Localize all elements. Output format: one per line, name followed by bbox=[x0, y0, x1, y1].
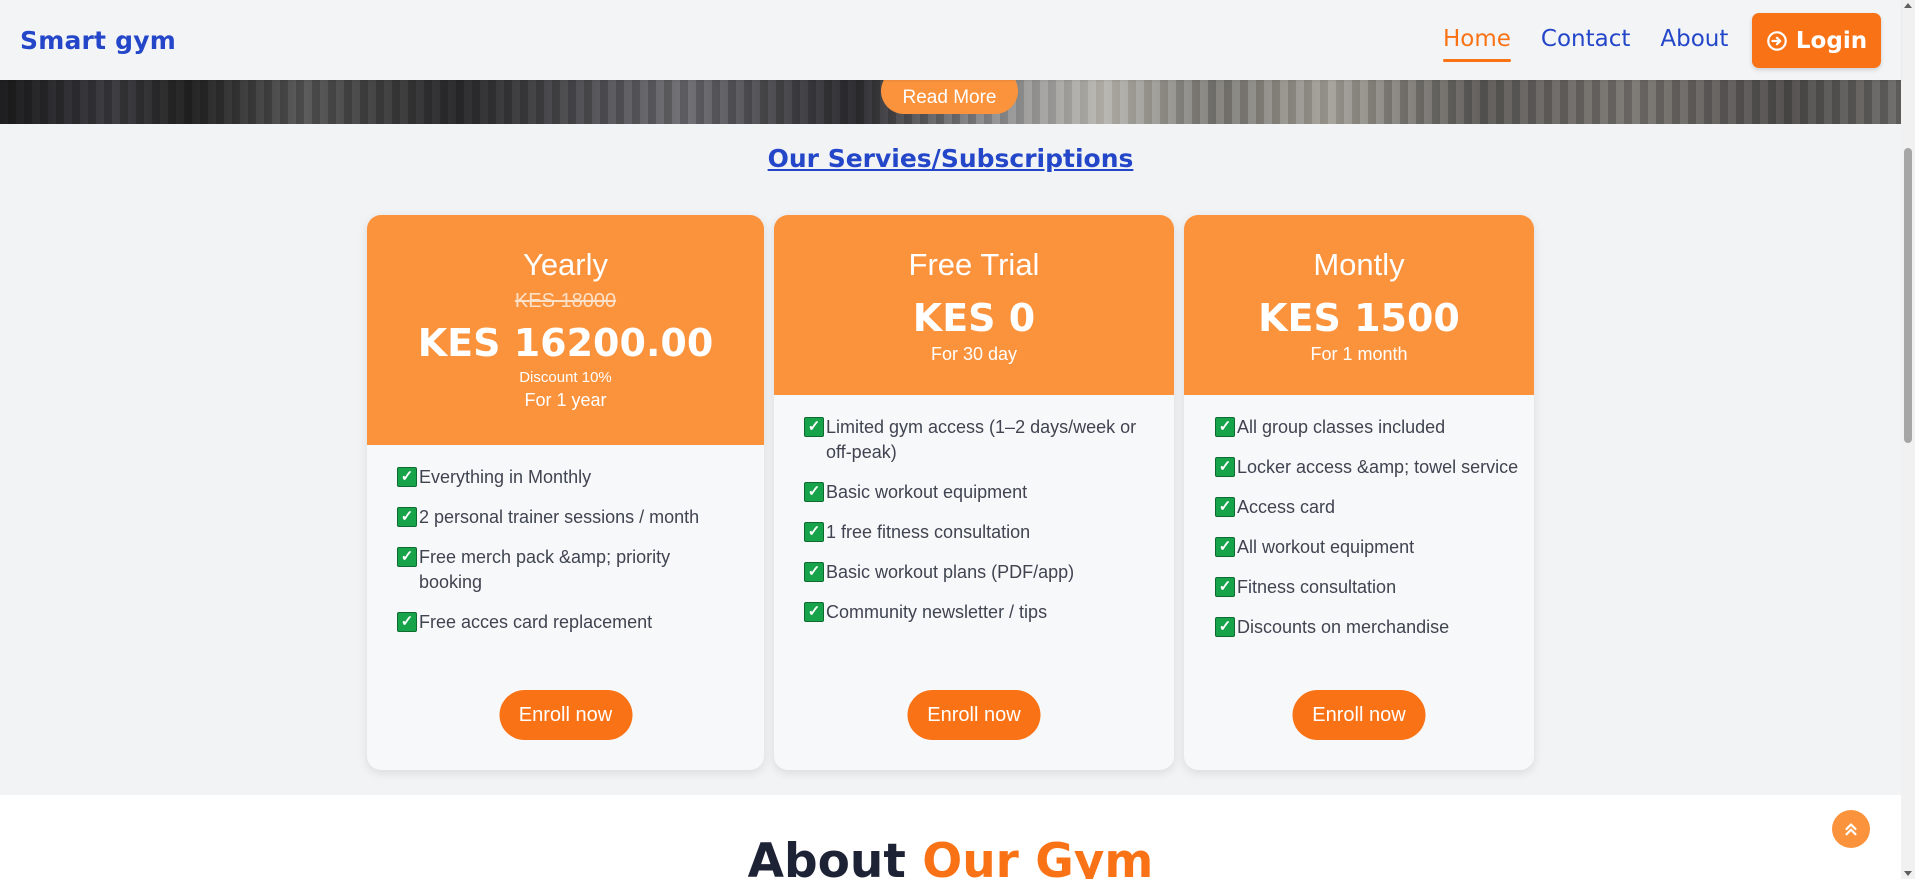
feature-item: ✓ Locker access &amp; towel service bbox=[1215, 455, 1524, 480]
plan-features: ✓ Limited gym access (1–2 days/week or of… bbox=[774, 395, 1174, 625]
about-title-main: About bbox=[747, 834, 906, 879]
check-icon: ✓ bbox=[1215, 617, 1235, 637]
check-icon: ✓ bbox=[804, 602, 824, 622]
check-icon: ✓ bbox=[804, 562, 824, 582]
page-scrollbar[interactable] bbox=[1901, 0, 1915, 879]
scrollbar-thumb[interactable] bbox=[1904, 148, 1912, 443]
plan-card-header: Free Trial KES 0 For 30 day bbox=[774, 215, 1174, 395]
plan-price: KES 0 bbox=[912, 296, 1036, 340]
feature-text: Locker access &amp; towel service bbox=[1237, 457, 1519, 477]
feature-item: ✓ Discounts on merchandise bbox=[1215, 615, 1524, 640]
feature-item: ✓ Fitness consultation bbox=[1215, 575, 1524, 600]
feature-item: ✓ Free merch pack &amp; priority booking bbox=[397, 545, 734, 595]
check-icon: ✓ bbox=[397, 467, 417, 487]
feature-item: ✓ Everything in Monthly bbox=[397, 465, 734, 490]
plan-card-header: Yearly KES 18000 KES 16200.00 Discount 1… bbox=[367, 215, 764, 445]
check-icon: ✓ bbox=[804, 522, 824, 542]
feature-item: ✓ Basic workout plans (PDF/app) bbox=[804, 560, 1144, 585]
feature-text: All group classes included bbox=[1237, 417, 1446, 437]
check-icon: ✓ bbox=[397, 507, 417, 527]
feature-item: ✓ All group classes included bbox=[1215, 415, 1524, 440]
check-icon: ✓ bbox=[1215, 497, 1235, 517]
feature-text: Everything in Monthly bbox=[419, 467, 592, 487]
feature-item: ✓ Access card bbox=[1215, 495, 1524, 520]
check-icon: ✓ bbox=[397, 612, 417, 632]
feature-text: Limited gym access (1–2 days/week or off… bbox=[826, 417, 1137, 462]
plan-card-yearly: Yearly KES 18000 KES 16200.00 Discount 1… bbox=[367, 215, 764, 770]
feature-item: ✓ Free acces card replacement bbox=[397, 610, 734, 635]
about-title-accent: Our Gym bbox=[922, 834, 1154, 879]
check-icon: ✓ bbox=[1215, 417, 1235, 437]
check-icon: ✓ bbox=[1215, 457, 1235, 477]
read-more-button[interactable]: Read More bbox=[881, 80, 1018, 114]
plan-period: For 1 month bbox=[1310, 344, 1408, 364]
feature-text: Fitness consultation bbox=[1237, 577, 1397, 597]
check-icon: ✓ bbox=[1215, 537, 1235, 557]
feature-text: Free acces card replacement bbox=[419, 612, 653, 632]
plan-features: ✓ All group classes included ✓ Locker acce… bbox=[1184, 395, 1534, 640]
feature-text: Basic workout equipment bbox=[826, 482, 1028, 502]
feature-item: ✓ 1 free fitness consultation bbox=[804, 520, 1144, 545]
plan-features: ✓ Everything in Monthly ✓ 2 personal train… bbox=[367, 445, 764, 635]
login-button[interactable]: Login bbox=[1752, 13, 1881, 68]
plan-name: Montly bbox=[1313, 247, 1405, 282]
enroll-button-yearly[interactable]: Enroll now bbox=[499, 690, 632, 740]
scroll-down-arrow-icon[interactable] bbox=[1904, 871, 1912, 876]
feature-text: 1 free fitness consultation bbox=[826, 522, 1031, 542]
enroll-button-free-trial[interactable]: Enroll now bbox=[907, 690, 1041, 740]
feature-text: Access card bbox=[1237, 497, 1336, 517]
feature-item: ✓ All workout equipment bbox=[1215, 535, 1524, 560]
plan-name: Free Trial bbox=[908, 247, 1040, 282]
feature-text: Discounts on merchandise bbox=[1237, 617, 1450, 637]
feature-text: 2 personal trainer sessions / month bbox=[419, 507, 700, 527]
feature-item: ✓ Community newsletter / tips bbox=[804, 600, 1144, 625]
nav-home[interactable]: Home bbox=[1443, 26, 1511, 62]
feature-item: ✓ 2 personal trainer sessions / month bbox=[397, 505, 734, 530]
main-nav: Home Contact About bbox=[1443, 26, 1758, 62]
feature-text: Basic workout plans (PDF/app) bbox=[826, 562, 1075, 582]
plan-card-header: Montly KES 1500 For 1 month bbox=[1184, 215, 1534, 395]
feature-item: ✓ Limited gym access (1–2 days/week or of… bbox=[804, 415, 1144, 465]
plan-card-monthly: Montly KES 1500 For 1 month ✓ All group c… bbox=[1184, 215, 1534, 770]
plan-card-free-trial: Free Trial KES 0 For 30 day ✓ Limited gym… bbox=[774, 215, 1174, 770]
nav-contact[interactable]: Contact bbox=[1541, 26, 1630, 62]
plan-price: KES 1500 bbox=[1258, 296, 1460, 340]
plan-price: KES 16200.00 bbox=[417, 321, 714, 365]
check-icon: ✓ bbox=[804, 417, 824, 437]
about-title: About Our Gym bbox=[0, 834, 1901, 879]
top-navbar: Smart gym Home Contact About Login bbox=[0, 0, 1901, 80]
plan-period: For 1 year bbox=[524, 390, 607, 410]
feature-text: Community newsletter / tips bbox=[826, 602, 1048, 622]
check-icon: ✓ bbox=[804, 482, 824, 502]
plan-period: For 30 day bbox=[930, 344, 1018, 364]
sign-in-icon bbox=[1767, 30, 1787, 51]
hero-banner: Read More bbox=[0, 80, 1901, 124]
nav-about[interactable]: About bbox=[1660, 26, 1728, 62]
plan-name: Yearly bbox=[522, 247, 609, 282]
brand-logo[interactable]: Smart gym bbox=[20, 26, 176, 55]
scroll-top-button[interactable] bbox=[1832, 810, 1870, 848]
double-chevron-up-icon bbox=[1845, 823, 1857, 836]
feature-text: All workout equipment bbox=[1237, 537, 1415, 557]
feature-text: Free merch pack &amp; priority booking bbox=[419, 547, 671, 592]
enroll-button-monthly[interactable]: Enroll now bbox=[1292, 690, 1426, 740]
login-label: Login bbox=[1795, 27, 1868, 54]
feature-item: ✓ Basic workout equipment bbox=[804, 480, 1144, 505]
scroll-up-arrow-icon[interactable] bbox=[1904, 3, 1912, 8]
plan-discount: Discount 10% bbox=[519, 369, 612, 386]
check-icon: ✓ bbox=[1215, 577, 1235, 597]
services-title[interactable]: Our Servies/Subscriptions bbox=[0, 144, 1901, 173]
check-icon: ✓ bbox=[397, 547, 417, 567]
plan-old-price: KES 18000 bbox=[514, 290, 617, 312]
